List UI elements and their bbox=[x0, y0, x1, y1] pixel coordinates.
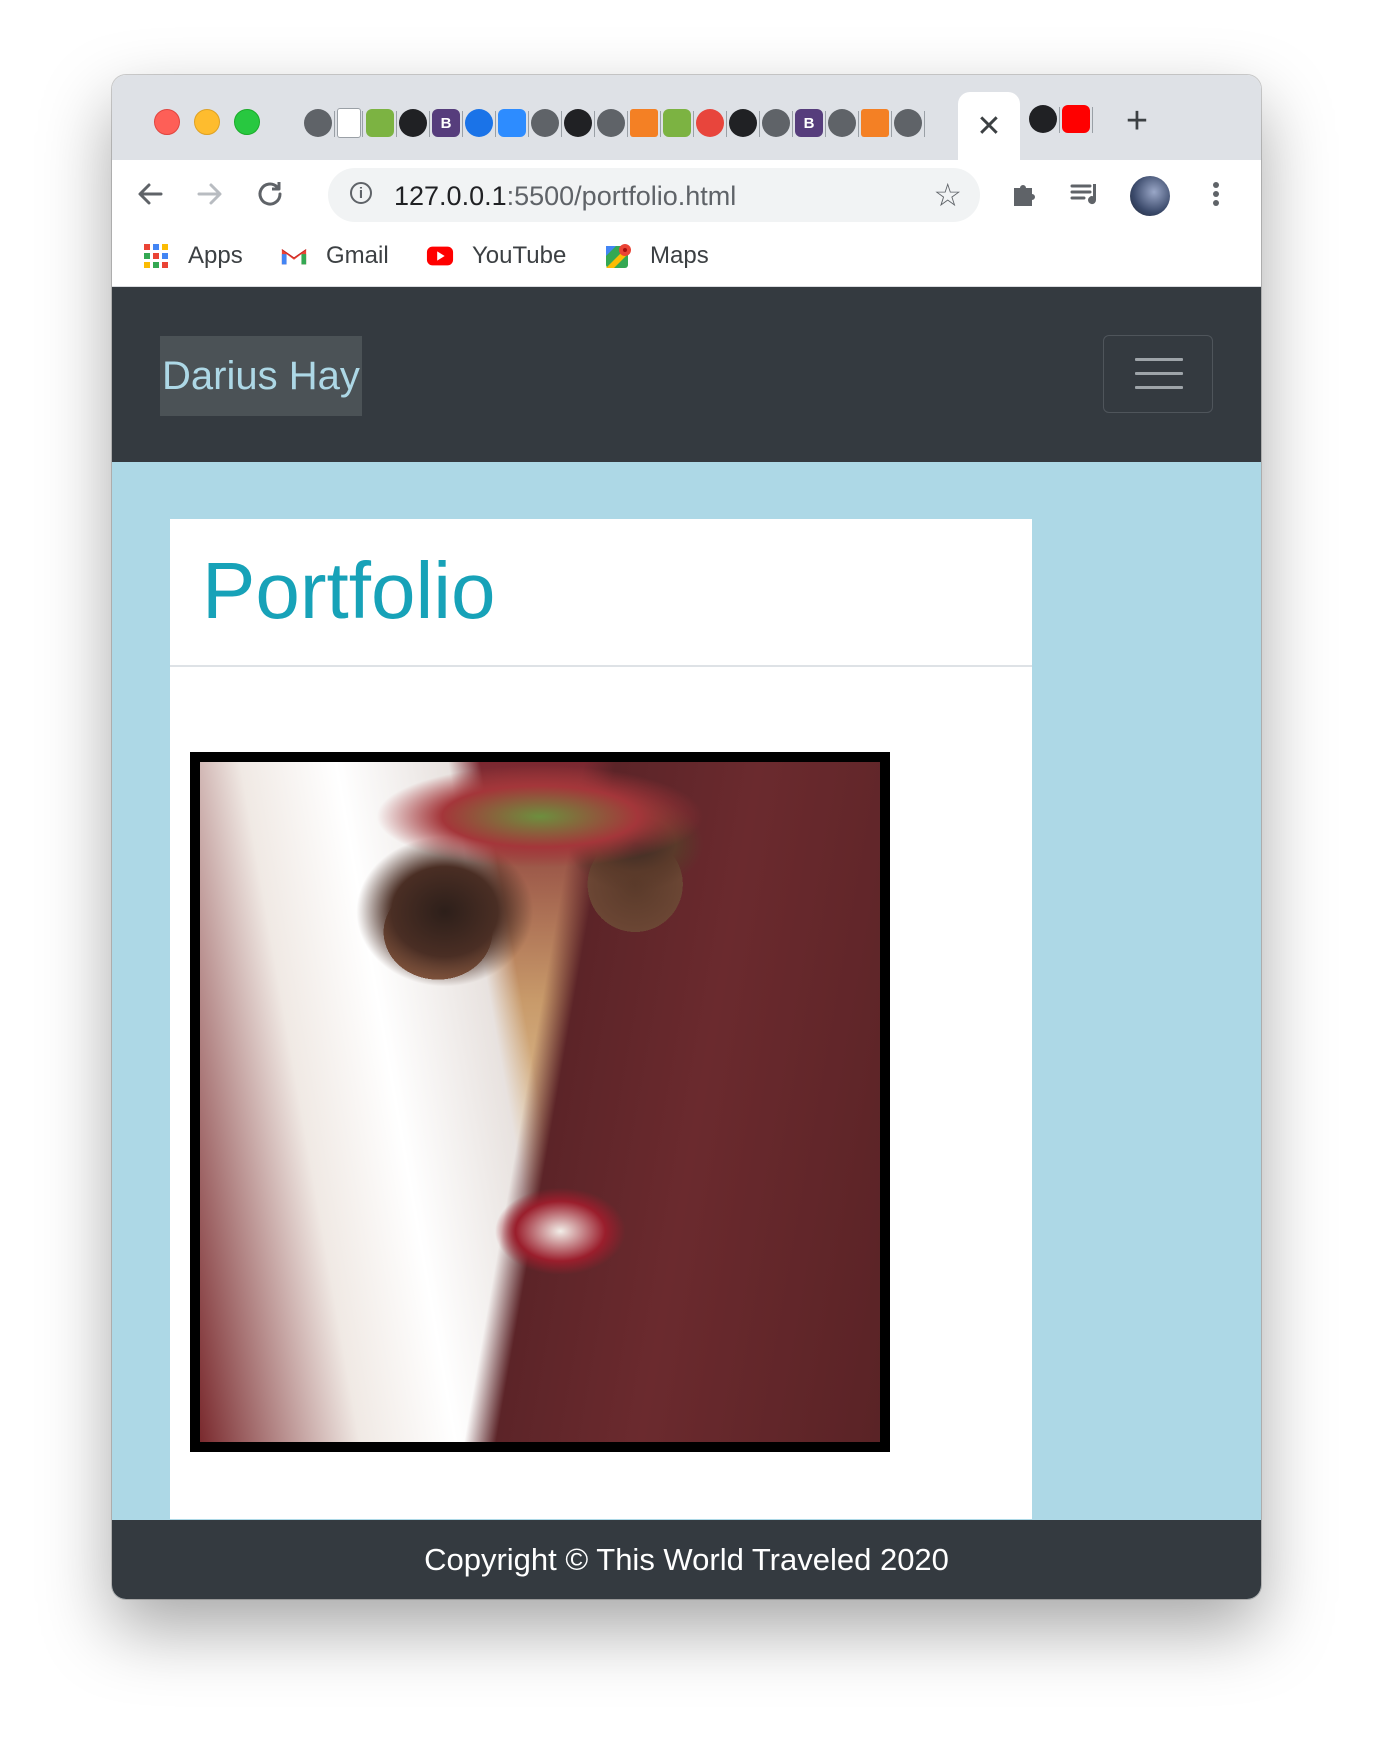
address-bar[interactable]: i 127.0.0.1:5500/portfolio.html ☆ bbox=[328, 168, 980, 222]
hamburger-bar bbox=[1135, 372, 1183, 375]
tab-bootstrap-icon[interactable]: B bbox=[795, 109, 826, 137]
site-info-icon[interactable]: i bbox=[350, 182, 372, 204]
portfolio-card: Portfolio bbox=[170, 519, 1032, 1519]
maximize-window-button[interactable] bbox=[234, 109, 260, 135]
page-viewport: Darius Hay Portfolio Copyright © This Wo… bbox=[112, 287, 1261, 1599]
tab-globe-icon[interactable] bbox=[597, 109, 628, 137]
page-title: Portfolio bbox=[202, 546, 496, 635]
bookmark-label: YouTube bbox=[472, 242, 567, 269]
tab-bootstrap-icon[interactable]: B bbox=[432, 109, 463, 137]
forward-arrow-icon bbox=[197, 183, 222, 205]
navbar-brand[interactable]: Darius Hay bbox=[160, 336, 362, 416]
bookmarks-bar: Apps Gmail YouTube Maps bbox=[112, 228, 1261, 287]
bookmark-label: Maps bbox=[650, 242, 709, 269]
trailing-tabs bbox=[1027, 105, 1093, 133]
tab-green-icon[interactable] bbox=[366, 109, 397, 137]
playlist-icon bbox=[1070, 184, 1097, 205]
tab-zoom-icon[interactable] bbox=[498, 109, 529, 137]
tab-strip: B B ✕ + bbox=[112, 75, 1261, 160]
reload-button[interactable] bbox=[246, 170, 294, 218]
tab-github-icon[interactable] bbox=[1029, 105, 1060, 133]
tab-github-icon[interactable] bbox=[729, 109, 760, 137]
minimize-window-button[interactable] bbox=[194, 109, 220, 135]
copyright-text: Copyright © This World Traveled 2020 bbox=[424, 1541, 949, 1577]
apps-grid-icon bbox=[142, 242, 170, 270]
pinned-tabs: B B bbox=[302, 105, 925, 141]
maps-icon bbox=[604, 242, 632, 270]
profile-avatar[interactable] bbox=[1130, 176, 1170, 216]
hamburger-bar bbox=[1135, 386, 1183, 389]
bookmark-label: Apps bbox=[188, 242, 243, 269]
wedding-photo bbox=[190, 752, 890, 1452]
url-text[interactable]: 127.0.0.1:5500/portfolio.html bbox=[394, 181, 736, 212]
tab-globe-icon[interactable] bbox=[894, 109, 925, 137]
tab-stackoverflow-icon[interactable] bbox=[861, 109, 892, 137]
url-path: :5500/portfolio.html bbox=[506, 181, 737, 211]
navbar: Darius Hay bbox=[112, 287, 1261, 462]
back-arrow-icon bbox=[138, 183, 163, 205]
bookmark-gmail[interactable]: Gmail bbox=[280, 242, 389, 270]
tab-globe-icon[interactable] bbox=[531, 109, 562, 137]
tab-globe-icon[interactable] bbox=[762, 109, 793, 137]
tab-sync-icon[interactable] bbox=[465, 109, 496, 137]
more-vertical-icon bbox=[1213, 182, 1219, 206]
forward-button[interactable] bbox=[186, 170, 234, 218]
url-host: 127.0.0.1 bbox=[394, 181, 507, 211]
bookmark-youtube[interactable]: YouTube bbox=[426, 242, 566, 270]
close-tab-icon[interactable]: ✕ bbox=[976, 109, 1001, 144]
reload-icon bbox=[258, 182, 282, 206]
tab-globe-icon[interactable] bbox=[304, 109, 335, 137]
tab-github-icon[interactable] bbox=[399, 109, 430, 137]
bookmark-apps[interactable]: Apps bbox=[142, 242, 243, 270]
footer: Copyright © This World Traveled 2020 bbox=[112, 1520, 1261, 1599]
tab-youtube-icon[interactable] bbox=[1062, 105, 1093, 133]
media-control-button[interactable] bbox=[1062, 170, 1110, 218]
tab-globe-icon[interactable] bbox=[828, 109, 859, 137]
close-window-button[interactable] bbox=[154, 109, 180, 135]
youtube-icon bbox=[426, 242, 454, 270]
extensions-button[interactable] bbox=[1000, 170, 1048, 218]
tab-doc-icon[interactable] bbox=[337, 108, 363, 138]
bookmark-maps[interactable]: Maps bbox=[604, 242, 709, 270]
browser-toolbar: i 127.0.0.1:5500/portfolio.html ☆ bbox=[112, 160, 1261, 228]
browser-window: B B ✕ + i 127.0.0.1:5500/portfolio.html … bbox=[112, 75, 1261, 1599]
tab-green-icon[interactable] bbox=[663, 109, 694, 137]
tab-github-icon[interactable] bbox=[564, 109, 595, 137]
gmail-icon bbox=[280, 242, 308, 270]
browser-menu-button[interactable] bbox=[1192, 170, 1240, 218]
hamburger-bar bbox=[1135, 358, 1183, 361]
new-tab-button[interactable]: + bbox=[1115, 99, 1159, 143]
tab-asterisk-icon[interactable] bbox=[696, 109, 727, 137]
bookmark-label: Gmail bbox=[326, 242, 389, 269]
tab-stackoverflow-icon[interactable] bbox=[630, 109, 661, 137]
back-button[interactable] bbox=[126, 170, 174, 218]
active-tab[interactable]: ✕ bbox=[958, 92, 1020, 160]
card-header: Portfolio bbox=[170, 519, 1032, 667]
bookmark-star-icon[interactable]: ☆ bbox=[933, 176, 962, 214]
navbar-toggler-button[interactable] bbox=[1103, 335, 1213, 413]
puzzle-icon bbox=[1014, 185, 1035, 206]
